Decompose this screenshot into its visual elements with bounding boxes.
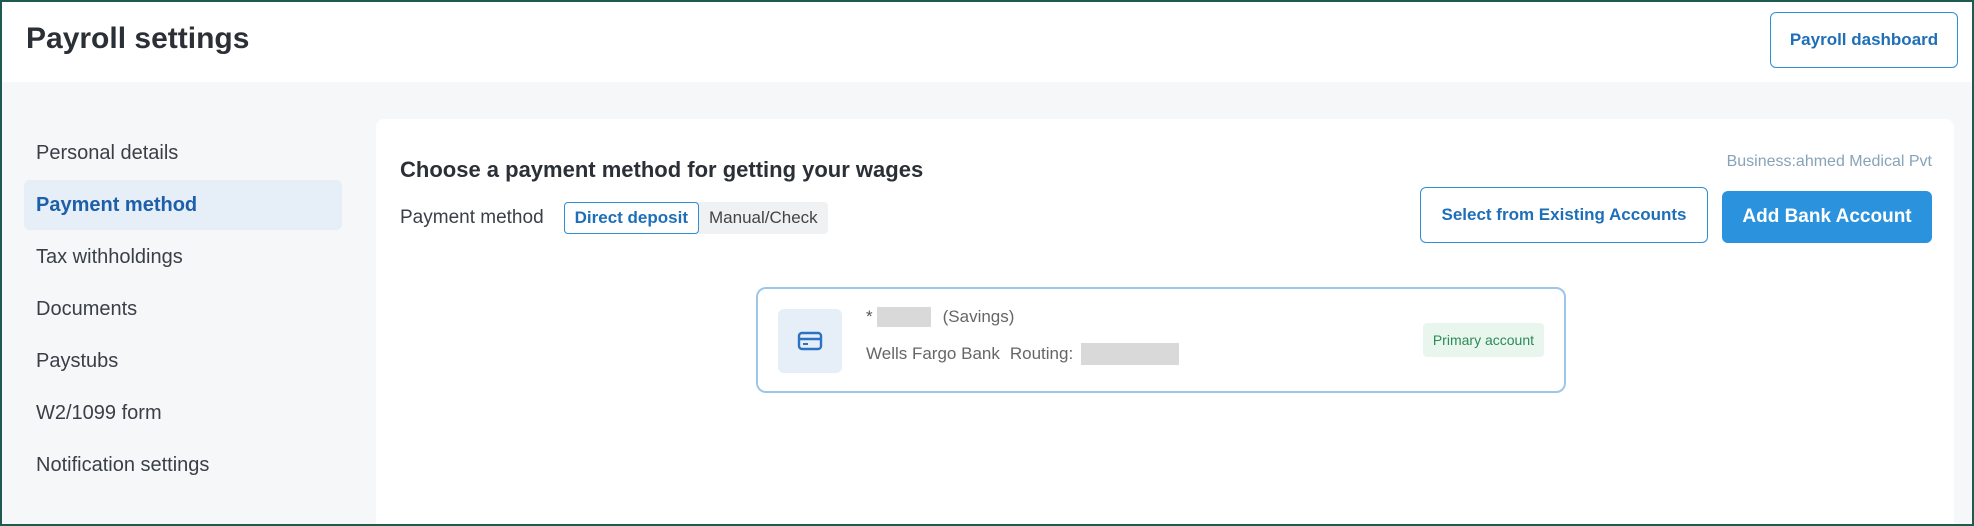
payroll-dashboard-button[interactable]: Payroll dashboard bbox=[1770, 12, 1958, 68]
panel-heading: Choose a payment method for getting your… bbox=[400, 157, 924, 182]
sidebar-item-payment-method[interactable]: Payment method bbox=[24, 180, 342, 230]
direct-deposit-option[interactable]: Direct deposit bbox=[563, 202, 699, 234]
account-number-line: * (Savings) bbox=[866, 307, 1014, 327]
payment-method-toggle: Direct deposit Manual/Check bbox=[563, 202, 828, 234]
sidebar-item-personal-details[interactable]: Personal details bbox=[24, 128, 342, 178]
bank-name: Wells Fargo Bank bbox=[866, 344, 1000, 363]
select-existing-accounts-button[interactable]: Select from Existing Accounts bbox=[1420, 187, 1708, 243]
bank-account-card[interactable]: * (Savings) Wells Fargo Bank Routing: Pr… bbox=[756, 287, 1566, 393]
add-bank-account-button[interactable]: Add Bank Account bbox=[1722, 191, 1932, 243]
account-number-prefix: * bbox=[866, 307, 873, 326]
sidebar-item-tax-withholdings[interactable]: Tax withholdings bbox=[24, 232, 342, 282]
manual-check-option[interactable]: Manual/Check bbox=[699, 202, 828, 234]
payment-method-label: Payment method bbox=[400, 207, 544, 228]
page-title: Payroll settings bbox=[26, 22, 250, 55]
top-bar: Payroll settings Payroll dashboard bbox=[2, 2, 1972, 82]
sidebar-item-documents[interactable]: Documents bbox=[24, 284, 342, 334]
payment-method-row: Payment method Direct deposit Manual/Che… bbox=[400, 201, 828, 235]
account-type: (Savings) bbox=[942, 307, 1015, 326]
bank-routing-line: Wells Fargo Bank Routing: bbox=[866, 343, 1180, 365]
sidebar-nav: Personal details Payment method Tax with… bbox=[24, 128, 342, 492]
sidebar-item-notification-settings[interactable]: Notification settings bbox=[24, 440, 342, 490]
routing-label: Routing: bbox=[1009, 344, 1074, 363]
app-window: Payroll settings Payroll dashboard Perso… bbox=[0, 0, 1974, 526]
routing-number-redacted bbox=[1081, 343, 1180, 365]
payment-method-panel: Choose a payment method for getting your… bbox=[376, 119, 1954, 524]
business-label: Business:ahmed Medical Pvt bbox=[1726, 153, 1932, 170]
sidebar-item-w2-1099-form[interactable]: W2/1099 form bbox=[24, 388, 342, 438]
primary-account-badge: Primary account bbox=[1422, 323, 1544, 357]
card-icon bbox=[778, 309, 842, 373]
account-number-redacted bbox=[876, 307, 931, 327]
sidebar-item-paystubs[interactable]: Paystubs bbox=[24, 336, 342, 386]
